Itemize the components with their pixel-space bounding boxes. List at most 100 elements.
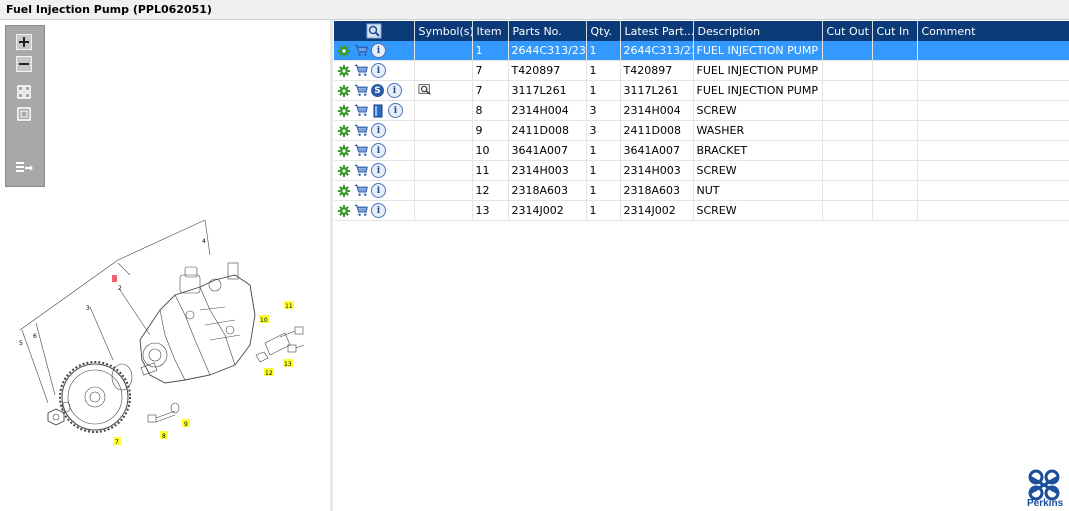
row-description-cell: FUEL INJECTION PUMP G (693, 60, 823, 81)
cart-icon[interactable] (354, 84, 368, 98)
callout-2: 2 (118, 285, 122, 292)
gear-icon[interactable] (337, 204, 351, 218)
callout-12: 12 (265, 370, 273, 377)
cart-icon[interactable] (354, 124, 368, 138)
column-header-comment[interactable]: Comment (917, 21, 1069, 41)
table-row[interactable]: i 13 2314J002 1 2314J002 SCREW (334, 200, 1069, 221)
cart-icon[interactable] (354, 204, 368, 218)
row-actions-cell: i (334, 120, 415, 141)
column-header-cut-out[interactable]: Cut Out (822, 21, 873, 41)
table-row[interactable]: i 8 2314H004 3 2314H004 SCREW (334, 100, 1069, 121)
callout-8: 8 (162, 433, 166, 440)
row-latest-part-cell: T420897 (620, 60, 694, 81)
column-header-latest-part[interactable]: Latest Part... (620, 21, 694, 41)
actual-size-icon (17, 107, 31, 121)
info-icon[interactable]: i (371, 143, 386, 158)
book-icon[interactable] (371, 104, 385, 118)
export-icon (16, 162, 33, 172)
cart-icon[interactable] (354, 164, 368, 178)
info-icon[interactable]: i (371, 163, 386, 178)
info-icon[interactable]: i (371, 43, 386, 58)
row-latest-part-cell: 2314J002 (620, 200, 694, 221)
column-header-qty[interactable]: Qty. (586, 21, 621, 41)
row-cut-out-cell (822, 80, 873, 101)
info-icon[interactable]: i (371, 123, 386, 138)
brand-name: Perkins (1027, 498, 1064, 509)
column-header-description[interactable]: Description (693, 21, 823, 41)
row-latest-part-cell: 3641A007 (620, 140, 694, 161)
row-parts-no-cell: 2411D008 (508, 120, 587, 141)
cart-icon[interactable] (354, 184, 368, 198)
table-row[interactable]: i 11 2314H003 1 2314H003 SCREW (334, 160, 1069, 181)
row-actions-cell: i (334, 160, 415, 181)
row-cut-in-cell (872, 120, 918, 141)
gear-icon[interactable] (337, 164, 351, 178)
row-cut-out-cell (822, 200, 873, 221)
row-qty-cell: 1 (586, 160, 621, 181)
row-cut-in-cell (872, 140, 918, 161)
info-icon[interactable]: i (371, 63, 386, 78)
zoom-in-button[interactable] (15, 33, 33, 51)
table-row[interactable]: i 7 T420897 1 T420897 FUEL INJECTION PUMP G (334, 60, 1069, 81)
zoom-out-button[interactable] (15, 55, 33, 73)
info-icon[interactable]: i (371, 183, 386, 198)
pane-splitter[interactable] (330, 20, 333, 511)
gear-icon[interactable] (337, 64, 351, 78)
row-comment-cell (917, 100, 1069, 121)
row-comment-cell (917, 80, 1069, 101)
row-item-cell: 7 (472, 60, 509, 81)
cart-icon[interactable] (354, 64, 368, 78)
row-symbols-cell (414, 120, 473, 141)
row-qty-cell: 1 (586, 140, 621, 161)
info-icon[interactable]: i (387, 83, 402, 98)
row-parts-no-cell: 3117L261 (508, 80, 587, 101)
window-title: Fuel Injection Pump (PPL062051) (6, 3, 212, 16)
table-row[interactable]: i 9 2411D008 3 2411D008 WASHER (334, 120, 1069, 141)
row-symbols-cell (414, 160, 473, 181)
cart-icon[interactable] (354, 144, 368, 158)
row-description-cell: FUEL INJECTION PUMP (693, 41, 823, 61)
actual-size-button[interactable] (15, 105, 33, 123)
row-cut-out-cell (822, 180, 873, 201)
column-search-icon[interactable] (366, 23, 382, 39)
row-cut-in-cell (872, 100, 918, 121)
table-row[interactable]: i 1 2644C313/23 1 2644C313/23 FUEL INJECTION … (334, 41, 1069, 61)
diagram-pane[interactable]: 2 3 4 5 6 7 8 9 10 11 12 13 (0, 20, 331, 511)
row-symbols-cell (414, 60, 473, 81)
column-header-item[interactable]: Item (472, 21, 509, 41)
magnifier-symbol-icon[interactable] (417, 82, 432, 96)
column-header-parts-no[interactable]: Parts No. (508, 21, 587, 41)
row-item-cell: 8 (472, 100, 509, 121)
gear-icon[interactable] (337, 184, 351, 198)
fit-to-window-button[interactable] (15, 83, 33, 101)
service-s-icon[interactable]: S (371, 84, 384, 97)
row-qty-cell: 1 (586, 60, 621, 81)
callout-4: 4 (202, 238, 206, 245)
row-latest-part-cell: 2644C313/23 (620, 41, 694, 61)
table-row[interactable]: i 10 3641A007 1 3641A007 BRACKET (334, 140, 1069, 161)
cart-icon[interactable] (354, 104, 368, 118)
gear-icon[interactable] (337, 144, 351, 158)
row-cut-out-cell (822, 41, 873, 61)
info-icon[interactable]: i (388, 103, 403, 118)
row-parts-no-cell: 3641A007 (508, 140, 587, 161)
column-header-cut-in[interactable]: Cut In (872, 21, 918, 41)
gear-icon[interactable] (337, 124, 351, 138)
row-comment-cell (917, 160, 1069, 181)
cart-icon[interactable] (354, 44, 368, 58)
callout-9: 9 (184, 421, 188, 428)
table-row[interactable]: i 12 2318A603 1 2318A603 NUT (334, 180, 1069, 201)
gear-icon[interactable] (337, 104, 351, 118)
row-latest-part-cell: 2314H003 (620, 160, 694, 181)
column-header-symbols[interactable]: Symbol(s) (414, 21, 473, 41)
row-item-cell: 9 (472, 120, 509, 141)
callout-7: 7 (115, 439, 119, 446)
info-icon[interactable]: i (371, 203, 386, 218)
gear-icon[interactable] (337, 84, 351, 98)
row-symbols-cell (414, 180, 473, 201)
table-row[interactable]: Si 7 3117L261 1 3117L261 FUEL INJECTION PUMP … (334, 80, 1069, 101)
column-header-icons[interactable] (334, 21, 415, 41)
export-button[interactable] (15, 159, 33, 177)
callout-6: 6 (33, 333, 37, 340)
gear-selected-icon[interactable] (337, 44, 351, 58)
